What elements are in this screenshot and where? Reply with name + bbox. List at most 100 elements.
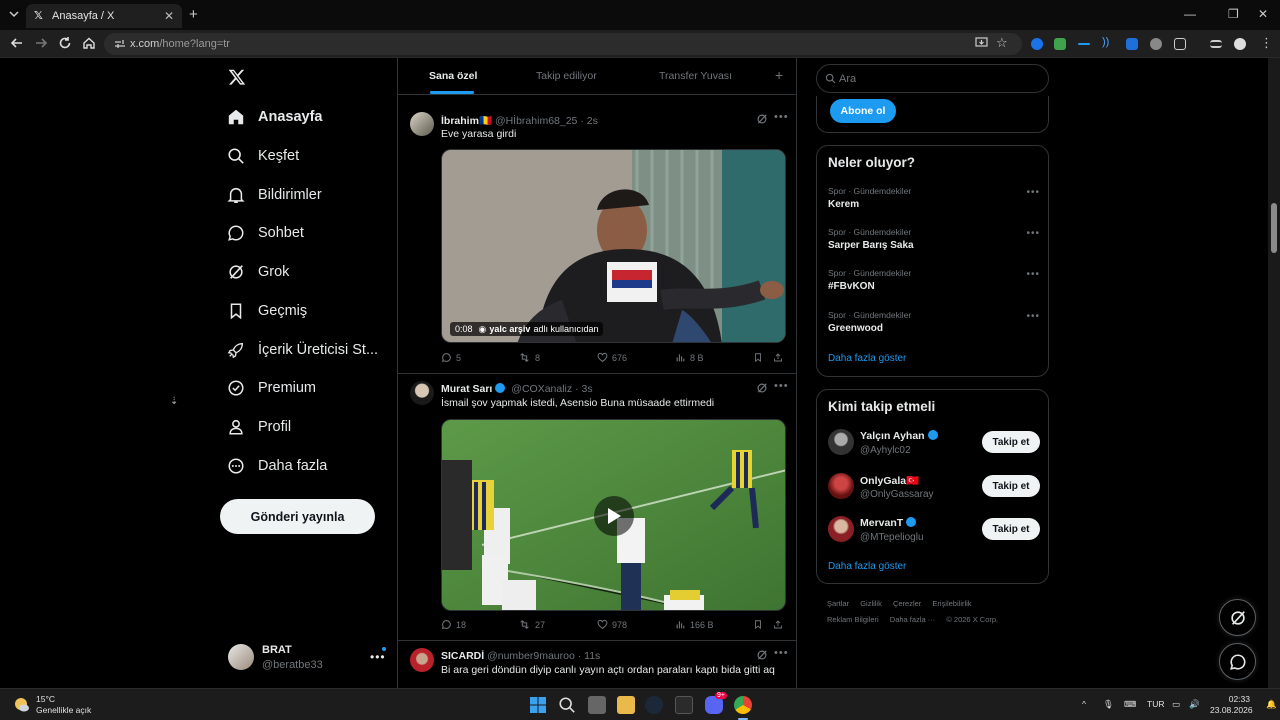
minimize-icon[interactable]: — xyxy=(1184,7,1196,21)
task-view-icon[interactable] xyxy=(588,696,606,714)
views-button[interactable]: 8 B xyxy=(675,352,704,363)
microphone-icon[interactable]: 🎙 xyxy=(1103,699,1114,710)
steam-icon[interactable] xyxy=(645,696,663,714)
avatar[interactable] xyxy=(828,429,854,455)
suggested-user[interactable]: OnlyGala🇹🇷 @OnlyGassaray Takip et xyxy=(828,472,1040,502)
page-scrollbar[interactable] xyxy=(1268,58,1280,688)
more-dots-icon[interactable]: ••• xyxy=(1026,311,1040,322)
terminal-icon[interactable] xyxy=(675,696,693,714)
extension-icon[interactable] xyxy=(1126,38,1138,50)
author-name[interactable]: İbrahim xyxy=(441,115,479,127)
author-handle[interactable]: @number9mauroo xyxy=(487,650,575,662)
nav-item-bookmarks[interactable]: Geçmiş xyxy=(226,296,307,326)
site-info-icon[interactable] xyxy=(114,39,126,49)
show-more-trends-link[interactable]: Daha fazla göster xyxy=(828,353,906,364)
grok-icon[interactable] xyxy=(756,649,768,661)
user-handle[interactable]: @OnlyGassaray xyxy=(860,489,934,500)
follow-button[interactable]: Takip et xyxy=(982,431,1040,453)
tweet[interactable]: SICARDİ @number9mauroo · 11s ••• Bi ara … xyxy=(398,642,796,688)
follow-button[interactable]: Takip et xyxy=(982,475,1040,497)
user-name[interactable]: MervanT xyxy=(860,517,919,529)
author-handle[interactable]: @Hİbrahim68_25 xyxy=(495,115,577,127)
adblock-extension-icon[interactable] xyxy=(1054,38,1066,50)
bookmark-button[interactable] xyxy=(753,619,767,630)
nav-item-premium[interactable]: Premium xyxy=(226,373,316,403)
suggested-user[interactable]: MervanT @MTepelioglu Takip et xyxy=(828,515,1040,545)
file-explorer-icon[interactable] xyxy=(617,696,635,714)
windows-start-icon[interactable] xyxy=(529,696,547,714)
reply-button[interactable]: 18 xyxy=(441,619,466,630)
tab-following[interactable]: Takip ediliyor xyxy=(536,70,597,82)
tray-overflow-icon[interactable]: ^ xyxy=(1082,699,1086,709)
maximize-icon[interactable]: ❐ xyxy=(1228,7,1239,21)
trend-item[interactable]: Spor · Gündemdekiler Kerem ••• xyxy=(828,186,1040,210)
nav-item-notifications[interactable]: Bildirimler xyxy=(226,180,322,210)
language-indicator[interactable]: TUR xyxy=(1147,699,1164,709)
tweet-video[interactable]: 0:08 ◉ yalc arşiv adlı kullanıcıdan xyxy=(441,149,786,343)
play-button[interactable] xyxy=(594,496,634,536)
home-browser-icon[interactable] xyxy=(82,36,96,50)
more-dots-icon[interactable]: ••• xyxy=(774,380,789,392)
reading-list-icon[interactable] xyxy=(1210,40,1222,48)
nav-item-grok[interactable]: Grok xyxy=(226,257,289,287)
footer-link-terms[interactable]: Şartlar xyxy=(827,599,849,608)
tab-for-you[interactable]: Sana özel xyxy=(429,70,477,82)
repost-button[interactable]: 8 xyxy=(518,352,540,363)
network-icon[interactable]: ▭ xyxy=(1172,699,1180,710)
extension-icon[interactable] xyxy=(1031,38,1043,50)
tweet-time[interactable]: · 11s xyxy=(578,650,601,662)
video-credit-user[interactable]: yalc arşiv xyxy=(489,324,530,334)
footer-link-more[interactable]: Daha fazla ··· xyxy=(890,615,935,624)
avatar[interactable] xyxy=(410,648,434,672)
share-button[interactable] xyxy=(773,352,787,363)
tweet-time[interactable]: · 3s xyxy=(575,383,593,395)
extension-icon[interactable]: )) xyxy=(1102,36,1114,48)
taskbar-search-icon[interactable] xyxy=(558,696,576,714)
show-more-users-link[interactable]: Daha fazla göster xyxy=(828,561,906,572)
close-tab-icon[interactable]: ✕ xyxy=(164,9,174,23)
add-tab-icon[interactable]: + xyxy=(775,67,783,83)
user-handle[interactable]: @MTepelioglu xyxy=(860,532,924,543)
more-dots-icon[interactable]: ••• xyxy=(1026,269,1040,280)
browser-tab[interactable]: 𝕏 Anasayfa / X ✕ xyxy=(26,4,182,28)
nav-item-creator-studio[interactable]: İçerik Üreticisi St... xyxy=(226,335,378,365)
reply-button[interactable]: 5 xyxy=(441,352,461,363)
messages-fab-button[interactable] xyxy=(1219,643,1256,680)
x-logo-icon[interactable] xyxy=(228,68,246,86)
grok-fab-button[interactable] xyxy=(1219,599,1256,636)
repost-button[interactable]: 27 xyxy=(518,619,545,630)
notification-bell-icon[interactable]: 🔔 xyxy=(1266,699,1277,710)
follow-button[interactable]: Takip et xyxy=(982,518,1040,540)
extensions-puzzle-icon[interactable] xyxy=(1174,38,1186,50)
chrome-icon[interactable] xyxy=(734,696,752,714)
tab-search-icon[interactable] xyxy=(8,8,20,20)
avatar[interactable] xyxy=(410,112,434,136)
install-app-icon[interactable] xyxy=(975,36,988,49)
tweet[interactable]: Murat Sarı @COXanaliz · 3s ••• İsmail şo… xyxy=(398,375,796,641)
more-dots-icon[interactable]: ••• xyxy=(774,647,789,659)
tweet-video[interactable] xyxy=(441,419,786,611)
back-icon[interactable] xyxy=(10,36,24,50)
bookmark-button[interactable] xyxy=(753,352,767,363)
footer-link-cookies[interactable]: Çerezler xyxy=(893,599,921,608)
keyboard-icon[interactable]: ⌨ xyxy=(1124,699,1136,710)
more-dots-icon[interactable]: ••• xyxy=(1026,187,1040,198)
extension-icon[interactable] xyxy=(1078,43,1090,45)
user-name[interactable]: Yalçın Ayhan xyxy=(860,430,941,442)
nav-item-more[interactable]: Daha fazla xyxy=(226,451,327,481)
like-button[interactable]: 978 xyxy=(597,619,627,630)
search-input[interactable]: Ara xyxy=(816,64,1049,93)
subscribe-button[interactable]: Abone ol xyxy=(830,99,896,123)
profile-avatar-icon[interactable] xyxy=(1234,38,1246,50)
trend-item[interactable]: Spor · Gündemdekiler Greenwood ••• xyxy=(828,310,1040,334)
post-button[interactable]: Gönderi yayınla xyxy=(220,499,375,534)
avatar[interactable] xyxy=(828,473,854,499)
tweet-time[interactable]: · 2s xyxy=(580,115,598,127)
tweet[interactable]: İbrahim🇷🇴 @Hİbrahim68_25 · 2s ••• Eve ya… xyxy=(398,106,796,374)
user-handle[interactable]: @Ayhylc02 xyxy=(860,445,911,456)
user-name[interactable]: OnlyGala🇹🇷 xyxy=(860,474,919,487)
more-dots-icon[interactable]: ••• xyxy=(1026,228,1040,239)
new-tab-icon[interactable]: + xyxy=(189,6,198,23)
trend-item[interactable]: Spor · Gündemdekiler Sarper Barış Saka •… xyxy=(828,227,1040,251)
address-bar[interactable]: x.com/home?lang=tr xyxy=(104,33,1022,55)
